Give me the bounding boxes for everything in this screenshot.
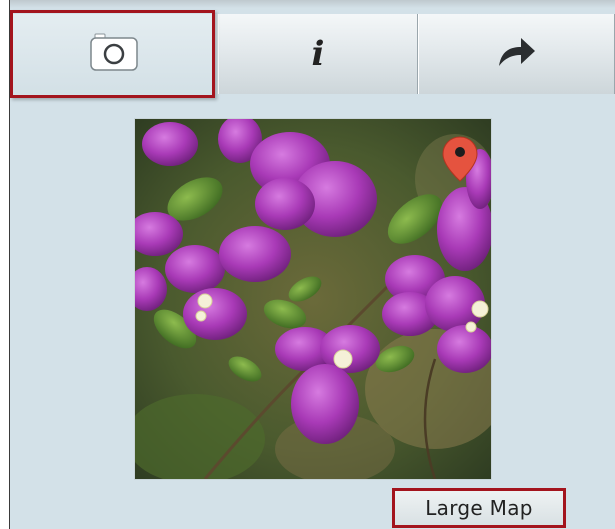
tab-photo[interactable] bbox=[10, 14, 218, 94]
share-arrow-icon bbox=[495, 34, 539, 74]
photo-viewer-panel: i Large Map bbox=[0, 0, 615, 529]
large-map-button[interactable]: Large Map bbox=[392, 488, 566, 528]
panel-top-shade bbox=[10, 0, 615, 8]
toolbar: i bbox=[10, 14, 615, 94]
tab-info[interactable]: i bbox=[218, 14, 418, 94]
flower-photo[interactable] bbox=[134, 118, 492, 480]
info-icon: i bbox=[311, 34, 325, 74]
camera-icon bbox=[89, 32, 139, 76]
tab-share[interactable] bbox=[418, 14, 615, 94]
